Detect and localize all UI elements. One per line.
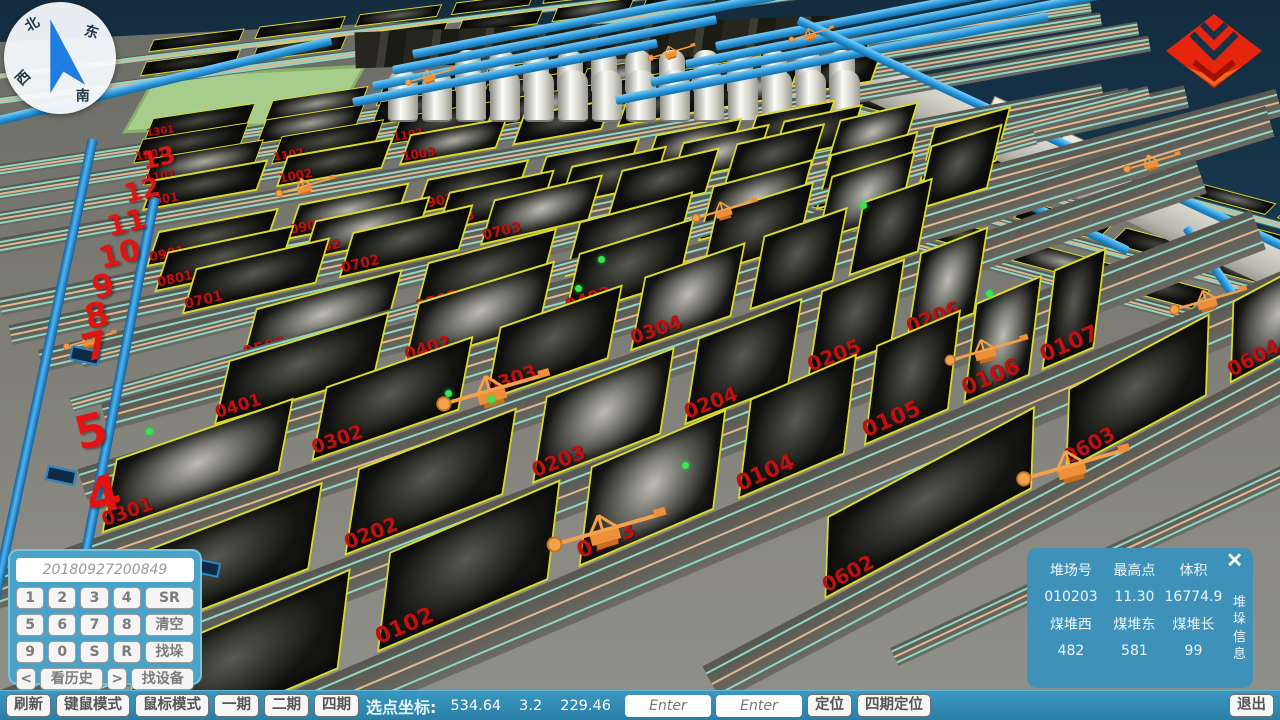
info-header: 堆场号 (1037, 560, 1105, 580)
info-header: 最高点 (1105, 560, 1164, 580)
status-dot (682, 462, 689, 469)
vertical-title-char: 垛 (1233, 612, 1246, 628)
coord-value: 229.46 (560, 698, 611, 714)
toolbar-button-定位[interactable]: 定位 (807, 694, 852, 717)
compass-south: 南 (76, 86, 90, 106)
coord-input-1[interactable] (625, 695, 711, 717)
vertical-title-char: 信 (1233, 630, 1246, 646)
info-value: 11.30 (1105, 589, 1164, 605)
pile-info-grid: 堆场号最高点体积 01020311.3016774.9 煤堆西煤堆东煤堆长 48258… (1037, 560, 1223, 659)
keypad-button-SR[interactable]: SR (145, 587, 194, 609)
toolbar-button-一期[interactable]: 一期 (214, 694, 259, 717)
info-value: 581 (1105, 643, 1164, 659)
coord-value: 534.64 (450, 698, 501, 714)
keypad-button-3[interactable]: 3 (80, 587, 108, 609)
status-dot (146, 428, 153, 435)
info-header: 煤堆东 (1105, 614, 1164, 634)
pile-info-panel: ✕ 堆场号最高点体积 01020311.3016774.9 煤堆西煤堆东煤堆长 482… (1027, 548, 1253, 688)
coord-value: 3.2 (519, 698, 542, 714)
pile-info-vertical-title: 堆垛信息 (1233, 595, 1246, 663)
keypad-button-S[interactable]: S (80, 641, 108, 663)
keypad-button-9[interactable]: 9 (16, 641, 44, 663)
info-value: 16774.9 (1164, 589, 1223, 605)
silo (524, 70, 554, 122)
toolbar-button-二期[interactable]: 二期 (264, 694, 309, 717)
keypad-button->[interactable]: > (107, 668, 127, 690)
close-icon[interactable]: ✕ (1220, 550, 1249, 572)
pile-label: 1003 (401, 145, 436, 163)
pipeline-junction (45, 465, 77, 486)
keypad-button-看历史[interactable]: 看历史 (40, 668, 103, 690)
keypad-button-R[interactable]: R (113, 641, 141, 663)
keypad-button-<[interactable]: < (16, 668, 36, 690)
keypad-button-2[interactable]: 2 (48, 587, 76, 609)
status-dot (488, 396, 495, 403)
keypad-button-8[interactable]: 8 (113, 614, 141, 636)
status-dot (575, 285, 582, 292)
keypad-row: 1234SR (16, 587, 194, 609)
bottom-toolbar: 刷新键鼠模式鼠标模式一期二期四期 选点坐标: 534.64 3.2 229.46 定… (0, 690, 1280, 720)
company-logo-icon (1166, 14, 1262, 88)
vertical-title-char: 堆 (1233, 595, 1246, 611)
keypad-panel: 1234SR5678清空90SR找垛<看历史>找设备 (8, 549, 202, 685)
status-dot (598, 256, 605, 263)
info-value: 99 (1164, 643, 1223, 659)
keypad-button-找垛[interactable]: 找垛 (145, 641, 194, 663)
keypad-button-4[interactable]: 4 (113, 587, 141, 609)
keypad-button-0[interactable]: 0 (48, 641, 76, 663)
keypad-button-6[interactable]: 6 (48, 614, 76, 636)
exit-button[interactable]: 退出 (1229, 694, 1274, 717)
info-header: 煤堆西 (1037, 614, 1105, 634)
info-header: 煤堆长 (1164, 614, 1223, 634)
keypad-row: 5678清空 (16, 614, 194, 636)
company-logo (1166, 14, 1262, 92)
keypad-button-7[interactable]: 7 (80, 614, 108, 636)
info-value: 482 (1037, 643, 1105, 659)
silo (558, 70, 588, 122)
track-number: 13 (140, 142, 178, 173)
toolbar-button-四期定位[interactable]: 四期定位 (857, 694, 931, 717)
toolbar-left-buttons: 刷新键鼠模式鼠标模式一期二期四期 (6, 694, 359, 717)
status-dot (445, 390, 452, 397)
history-timestamp-input[interactable] (16, 558, 194, 582)
coord-input-2[interactable] (716, 695, 802, 717)
toolbar-right-buttons: 定位四期定位 (807, 694, 931, 717)
status-dot (860, 202, 867, 209)
keypad-button-1[interactable]: 1 (16, 587, 44, 609)
keypad-button-清空[interactable]: 清空 (145, 614, 194, 636)
keypad-row: <看历史>找设备 (16, 668, 194, 690)
coord-values: 534.64 3.2 229.46 (441, 698, 620, 714)
toolbar-button-鼠标模式[interactable]: 鼠标模式 (135, 694, 209, 717)
coal-yard-3d-monitor: 1301120111011102110310011002100309010902… (0, 0, 1280, 720)
toolbar-button-四期[interactable]: 四期 (314, 694, 359, 717)
info-value: 010203 (1037, 589, 1105, 605)
coord-label: 选点坐标: (366, 694, 436, 718)
keypad-button-找设备[interactable]: 找设备 (131, 668, 194, 690)
keypad-buttons: 1234SR5678清空90SR找垛<看历史>找设备 (16, 587, 194, 690)
keypad-button-5[interactable]: 5 (16, 614, 44, 636)
vertical-title-char: 息 (1233, 647, 1246, 663)
keypad-row: 90SR找垛 (16, 641, 194, 663)
status-dot (986, 290, 993, 297)
toolbar-button-键鼠模式[interactable]: 键鼠模式 (56, 694, 130, 717)
toolbar-button-刷新[interactable]: 刷新 (6, 694, 51, 717)
info-header: 体积 (1164, 560, 1223, 580)
